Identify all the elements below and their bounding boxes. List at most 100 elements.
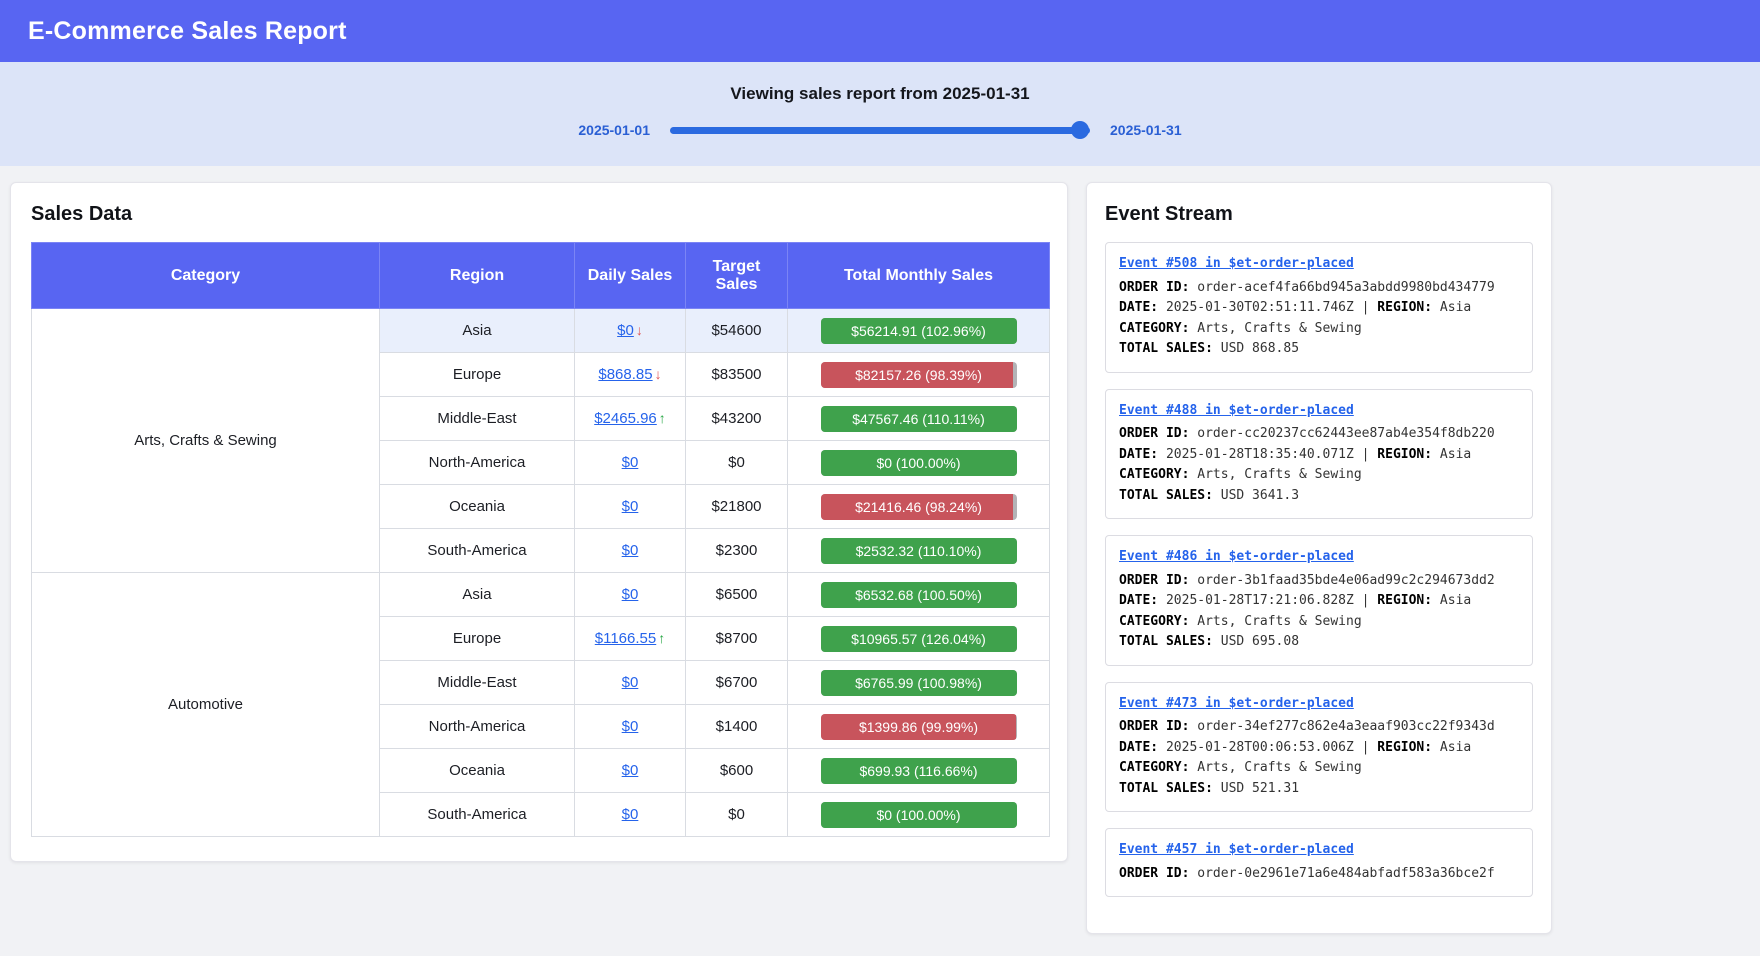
daily-sales-link[interactable]: $0 [622,806,639,823]
daily-sales-link[interactable]: $0 [622,762,639,779]
total-sales-label: TOTAL SALES: [1119,781,1213,796]
daily-sales-link[interactable]: $0 [622,718,639,735]
date-region-line: DATE: 2025-01-30T02:51:11.746Z | REGION:… [1119,298,1519,319]
order-id-value: order-3b1faad35bde4e06ad99c2c294673dd2 [1197,573,1494,588]
table-row: Arts, Crafts & Sewing Asia $0↓ $54600 $5… [32,309,1050,353]
total-sales-line: TOTAL SALES: USD 3641.3 [1119,486,1519,507]
separator: | [1362,300,1370,315]
order-id-label: ORDER ID: [1119,866,1189,881]
slider-fill [670,127,1090,134]
total-sales-value: USD 868.85 [1221,341,1299,356]
target-cell: $6500 [686,573,788,617]
monthly-cell: $0 (100.00%) [788,793,1050,837]
event-link[interactable]: Event #457 in $et-order-placed [1119,840,1354,861]
order-id-value: order-acef4fa66bd945a3abdd9980bd434779 [1197,280,1494,295]
daily-sales-link[interactable]: $0 [622,454,639,471]
region-value: Asia [1440,740,1471,755]
daily-sales-link[interactable]: $2465.96 [594,410,657,427]
badge-label: $0 (100.00%) [821,450,1017,476]
monthly-badge: $6765.99 (100.98%) [821,670,1017,696]
separator: | [1362,593,1370,608]
daily-sales-link[interactable]: $1166.55 [595,630,656,647]
slider-thumb[interactable] [1071,121,1089,139]
event-stream-heading: Event Stream [1105,203,1533,226]
region-cell: Europe [380,353,575,397]
monthly-cell: $6532.68 (100.50%) [788,573,1050,617]
daily-sales-link[interactable]: $0 [622,498,639,515]
monthly-badge: $0 (100.00%) [821,450,1017,476]
date-range-slider-row: 2025-01-01 2025-01-31 [0,122,1760,138]
category-label: CATEGORY: [1119,321,1189,336]
order-id-line: ORDER ID: order-cc20237cc62443ee87ab4e35… [1119,424,1519,445]
date-label: DATE: [1119,593,1158,608]
order-id-label: ORDER ID: [1119,280,1189,295]
event-link[interactable]: Event #488 in $et-order-placed [1119,401,1354,422]
badge-label: $6532.68 (100.50%) [821,582,1017,608]
badge-label: $10965.57 (126.04%) [821,626,1017,652]
date-region-line: DATE: 2025-01-28T18:35:40.071Z | REGION:… [1119,445,1519,466]
date-value: 2025-01-28T18:35:40.071Z [1166,447,1354,462]
date-value: 2025-01-28T17:21:06.828Z [1166,593,1354,608]
trend-icon: ↑ [659,410,666,426]
category-label: CATEGORY: [1119,760,1189,775]
monthly-badge: $0 (100.00%) [821,802,1017,828]
region-label: REGION: [1377,300,1432,315]
target-cell: $6700 [686,661,788,705]
event-link[interactable]: Event #486 in $et-order-placed [1119,547,1354,568]
target-cell: $2300 [686,529,788,573]
main-content: Sales Data Category Region Daily Sales T… [0,166,1760,934]
col-header-target-sales: Target Sales [686,243,788,309]
region-value: Asia [1440,300,1471,315]
monthly-badge: $2532.32 (110.10%) [821,538,1017,564]
monthly-cell: $0 (100.00%) [788,441,1050,485]
event-link[interactable]: Event #508 in $et-order-placed [1119,254,1354,275]
date-value: 2025-01-28T00:06:53.006Z [1166,740,1354,755]
event-link[interactable]: Event #473 in $et-order-placed [1119,694,1354,715]
region-label: REGION: [1377,593,1432,608]
category-cell: Arts, Crafts & Sewing [32,309,380,573]
daily-sales-link[interactable]: $0 [622,586,639,603]
slider-min-label: 2025-01-01 [578,122,650,138]
region-cell: Asia [380,573,575,617]
order-id-value: order-0e2961e71a6e484abfadf583a36bce2f [1197,866,1494,881]
target-cell: $43200 [686,397,788,441]
badge-label: $1399.86 (99.99%) [821,714,1017,740]
target-cell: $0 [686,441,788,485]
region-cell: North-America [380,441,575,485]
category-line: CATEGORY: Arts, Crafts & Sewing [1119,465,1519,486]
event-card: Event #486 in $et-order-placed ORDER ID:… [1105,535,1533,666]
target-cell: $0 [686,793,788,837]
category-line: CATEGORY: Arts, Crafts & Sewing [1119,758,1519,779]
daily-sales-link[interactable]: $0 [622,674,639,691]
daily-sales-link[interactable]: $868.85 [598,366,652,383]
daily-sales-link[interactable]: $0 [622,542,639,559]
category-value: Arts, Crafts & Sewing [1197,760,1361,775]
separator: | [1362,447,1370,462]
date-value: 2025-01-30T02:51:11.746Z [1166,300,1354,315]
total-sales-line: TOTAL SALES: USD 521.31 [1119,779,1519,800]
date-slider[interactable] [670,127,1090,134]
order-id-line: ORDER ID: order-0e2961e71a6e484abfadf583… [1119,864,1519,885]
monthly-badge: $6532.68 (100.50%) [821,582,1017,608]
event-card: Event #488 in $et-order-placed ORDER ID:… [1105,389,1533,520]
table-header-row: Category Region Daily Sales Target Sales… [32,243,1050,309]
region-label: REGION: [1377,447,1432,462]
order-id-value: order-34ef277c862e4a3eaaf903cc22f9343d [1197,719,1494,734]
total-sales-label: TOTAL SALES: [1119,488,1213,503]
trend-icon: ↓ [655,366,662,382]
page-title: E-Commerce Sales Report [28,17,347,46]
event-stream-panel: Event Stream Event #508 in $et-order-pla… [1086,182,1552,934]
region-cell: North-America [380,705,575,749]
total-sales-label: TOTAL SALES: [1119,634,1213,649]
monthly-badge: $1399.86 (99.99%) [821,714,1017,740]
category-line: CATEGORY: Arts, Crafts & Sewing [1119,612,1519,633]
date-label: DATE: [1119,300,1158,315]
total-sales-value: USD 3641.3 [1221,488,1299,503]
badge-label: $2532.32 (110.10%) [821,538,1017,564]
total-sales-value: USD 521.31 [1221,781,1299,796]
order-id-line: ORDER ID: order-3b1faad35bde4e06ad99c2c2… [1119,571,1519,592]
event-card: Event #457 in $et-order-placed ORDER ID:… [1105,828,1533,897]
table-row: Automotive Asia $0 $6500 $6532.68 (100.5… [32,573,1050,617]
col-header-region: Region [380,243,575,309]
daily-sales-link[interactable]: $0 [617,322,634,339]
